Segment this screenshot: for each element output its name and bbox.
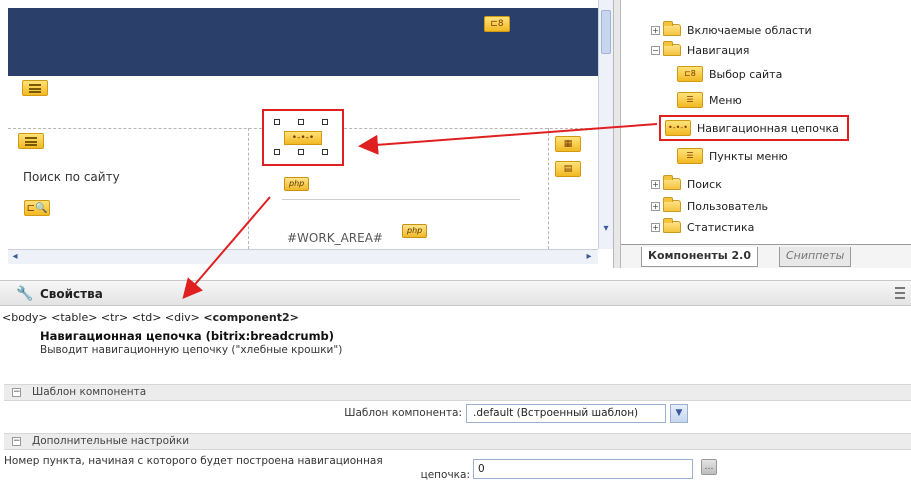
resize-handle[interactable] [274,119,280,125]
menu-component-icon-2[interactable] [18,133,44,149]
start-item-input[interactable]: 0 [473,459,693,479]
template-select[interactable]: .default (Встроенный шаблон) [466,404,666,423]
tree-item-statistics[interactable]: + Статистика [651,217,754,237]
visual-editor[interactable]: ⊏8 ⊏🔍 Поиск по сайту •-•-• php #WORK_ARE… [0,0,598,250]
separator-line [282,199,520,200]
menu-items-icon: ☰ [677,148,703,164]
search-label: Поиск по сайту [23,170,120,184]
collapse-icon[interactable]: − [12,437,21,446]
menu-icon: ☰ [677,92,703,108]
tree-item-menu-items[interactable]: ☰ Пункты меню [677,146,788,166]
expand-icon[interactable]: + [651,201,660,211]
calendar-component-icon[interactable]: ▦ [555,136,581,152]
site-selector-component-icon[interactable]: ⊏8 [484,16,510,32]
search-component-icon[interactable]: ⊏🔍 [24,200,50,216]
collapse-icon[interactable]: − [651,45,660,55]
resize-handle[interactable] [298,149,304,155]
resize-handle[interactable] [298,119,304,125]
layout-guide-right [548,128,549,249]
folder-icon [663,218,681,233]
start-item-label-2: цепочка: [420,469,470,481]
tree-item-menu[interactable]: ☰ Меню [677,90,742,110]
work-area-placeholder: #WORK_AREA# [287,231,383,245]
folder-icon [663,21,681,36]
editor-vertical-scrollbar[interactable]: ▾ [598,0,613,249]
menu-component-icon[interactable] [22,80,48,96]
section-template[interactable]: − Шаблон компонента [4,384,911,401]
component-tree: + Включаемые области − Навигация ⊏8 Выбо… [621,0,911,268]
path-prefix[interactable]: <body> <table> <tr> <td> <div> [2,311,203,324]
panel-menu-icon[interactable] [895,287,905,299]
tab-components[interactable]: Компоненты 2.0 [641,247,758,267]
template-label: Шаблон компонента: [344,407,462,419]
tree-item-breadcrumb[interactable]: •-•-• Навигационная цепочка [659,115,849,141]
path-current[interactable]: <component2> [203,311,298,324]
wrench-icon: 🔧 [16,286,34,302]
scroll-left-icon[interactable]: ◂ [8,250,22,264]
expand-icon[interactable]: + [651,25,660,35]
breadcrumb-icon: •-•-• [284,131,322,145]
resize-handle[interactable] [274,149,280,155]
breadcrumb-component-selected[interactable]: •-•-• [262,109,344,166]
tree-item-site-select[interactable]: ⊏8 Выбор сайта [677,64,782,84]
resize-handle[interactable] [322,149,328,155]
tree-item-navigation[interactable]: − Навигация [651,40,749,60]
scroll-right-icon[interactable]: ▸ [582,250,596,264]
tree-item-include-areas[interactable]: + Включаемые области [651,20,812,40]
collapse-icon[interactable]: − [12,388,21,397]
editor-horizontal-scrollbar[interactable]: ◂ ▸ [8,249,598,264]
php-badge[interactable]: php [284,177,310,191]
folder-open-icon [663,41,681,56]
layout-guide-left [248,128,249,249]
panel-splitter[interactable] [613,0,621,268]
resize-handle[interactable] [322,119,328,125]
properties-title: Свойства [40,287,103,301]
help-icon[interactable]: … [701,459,717,475]
properties-header: 🔧 Свойства [0,280,911,306]
component-name: Навигационная цепочка (bitrix:breadcrumb… [40,329,335,343]
tree-item-search[interactable]: + Поиск [651,174,722,194]
calendar-component-icon-2[interactable]: ▤ [555,161,581,177]
component-description: Выводит навигационную цепочку ("хлебные … [40,344,343,356]
section-extra-settings[interactable]: − Дополнительные настройки [4,433,911,450]
site-select-icon: ⊏8 [677,66,703,82]
tab-snippets[interactable]: Сниппеты [779,247,852,267]
scroll-down-icon[interactable]: ▾ [599,222,613,236]
scroll-thumb[interactable] [601,10,611,54]
tree-tabs: Компоненты 2.0 Сниппеты [621,244,911,268]
folder-icon [663,197,681,212]
php-badge-2[interactable]: php [402,224,428,238]
expand-icon[interactable]: + [651,222,660,232]
start-item-label: Номер пункта, начиная с которого будет п… [4,455,383,467]
folder-icon [663,175,681,190]
breadcrumb-icon: •-•-• [665,120,691,136]
expand-icon[interactable]: + [651,179,660,189]
element-path: <body> <table> <tr> <td> <div> <componen… [2,311,299,324]
tree-item-user[interactable]: + Пользователь [651,196,768,216]
chevron-down-icon[interactable]: ▼ [670,404,688,423]
